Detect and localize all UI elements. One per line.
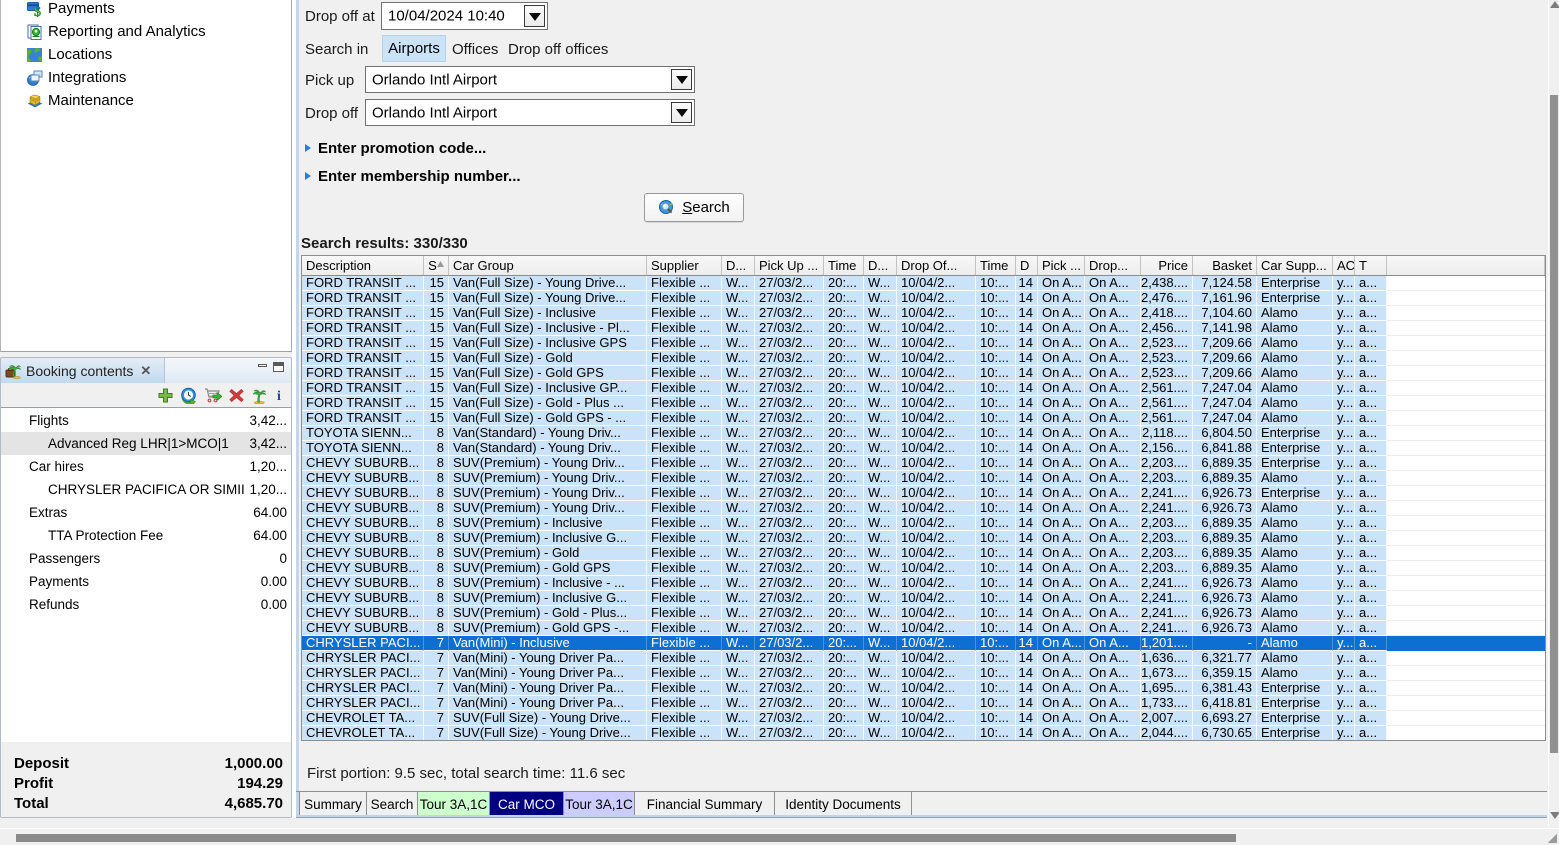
svg-text:i: i bbox=[277, 389, 281, 403]
svg-text:$: $ bbox=[34, 5, 41, 17]
